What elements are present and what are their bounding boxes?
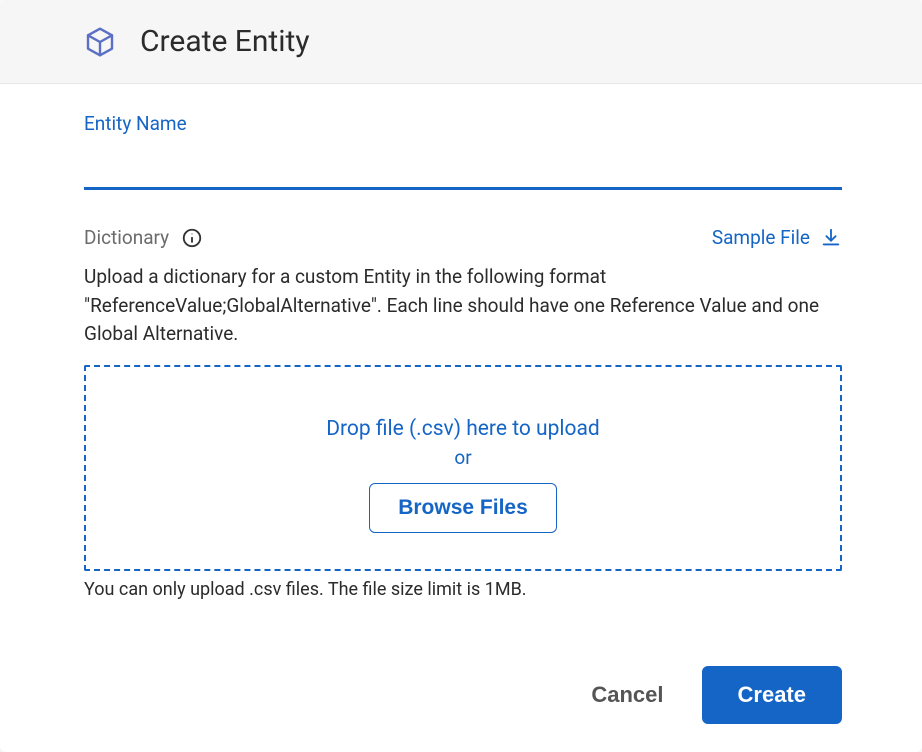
dictionary-label: Dictionary xyxy=(84,226,169,249)
dictionary-label-group: Dictionary xyxy=(84,226,203,249)
dialog-header: Create Entity xyxy=(0,0,922,84)
info-icon[interactable] xyxy=(181,227,203,249)
create-button[interactable]: Create xyxy=(702,666,842,724)
dialog-footer: Cancel Create xyxy=(0,646,922,752)
sample-file-label: Sample File xyxy=(712,226,810,249)
create-entity-dialog: Create Entity Entity Name Dictionary Sam… xyxy=(0,0,922,752)
dictionary-section-header: Dictionary Sample File xyxy=(84,226,842,249)
dialog-title: Create Entity xyxy=(140,24,310,59)
dropzone-text: Drop file (.csv) here to upload xyxy=(326,415,600,444)
dialog-body: Entity Name Dictionary Sample File xyxy=(0,84,922,646)
entity-name-field: Entity Name xyxy=(84,112,842,190)
sample-file-link[interactable]: Sample File xyxy=(712,226,842,249)
download-icon xyxy=(820,227,842,249)
entity-name-input[interactable] xyxy=(84,143,842,190)
dropzone-or: or xyxy=(454,446,471,469)
dictionary-description: Upload a dictionary for a custom Entity … xyxy=(84,263,842,349)
entity-name-label: Entity Name xyxy=(84,112,842,135)
cube-icon xyxy=(84,26,116,58)
browse-files-button[interactable]: Browse Files xyxy=(369,483,557,533)
upload-helper-text: You can only upload .csv files. The file… xyxy=(84,579,842,600)
cancel-button[interactable]: Cancel xyxy=(581,668,673,722)
file-dropzone[interactable]: Drop file (.csv) here to upload or Brows… xyxy=(84,365,842,571)
